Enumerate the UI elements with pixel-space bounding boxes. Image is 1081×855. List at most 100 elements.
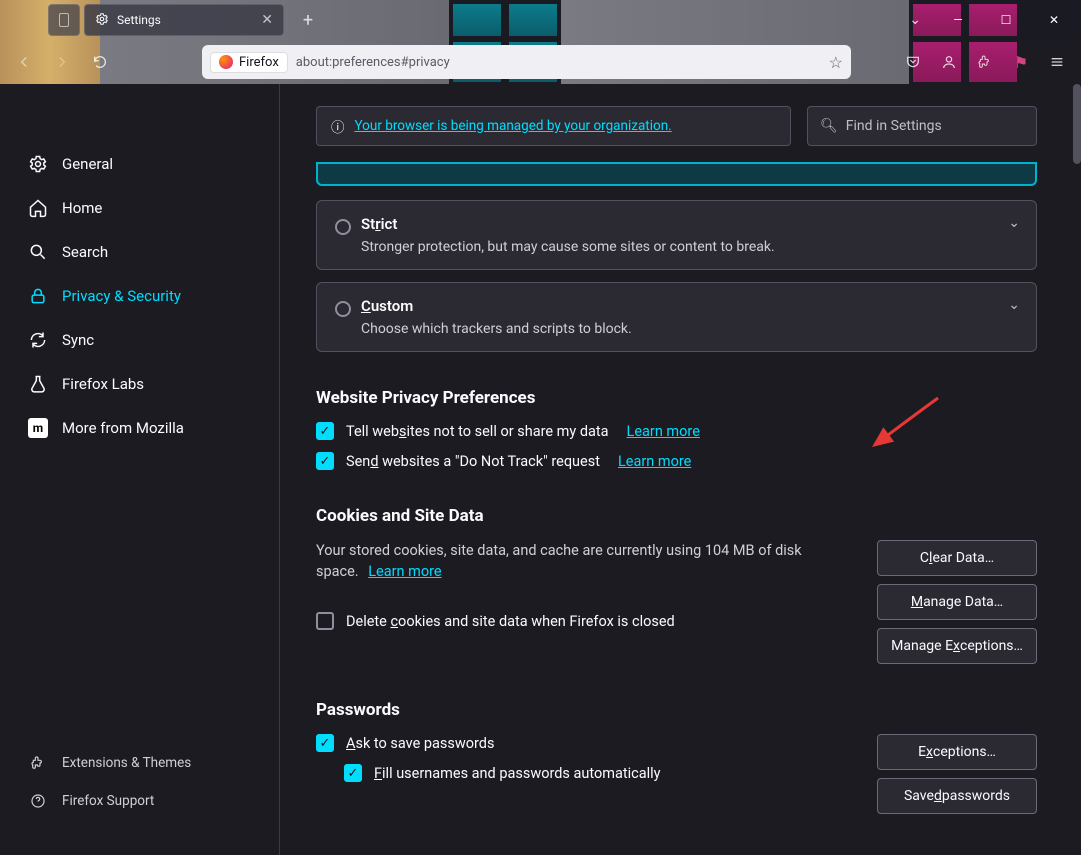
sidebar-item-privacy[interactable]: Privacy & Security (18, 276, 261, 316)
settings-sidebar: General Home Search Privacy & Security S… (0, 84, 280, 855)
window-minimize-button[interactable]: — (935, 4, 981, 36)
checkbox-label: Delete cookies and site data when Firefo… (346, 613, 675, 630)
learn-more-link[interactable]: Learn more (368, 563, 441, 580)
firefox-logo-icon (219, 55, 233, 69)
forward-arrow-icon (53, 53, 71, 71)
sidebar-label: Search (62, 243, 108, 261)
search-placeholder: Find in Settings (846, 118, 942, 134)
new-tab-button[interactable]: + (294, 6, 322, 34)
sidebar-item-more-mozilla[interactable]: m More from Mozilla (18, 408, 261, 448)
lock-icon (28, 286, 48, 306)
scrollbar-thumb[interactable] (1073, 84, 1081, 164)
settings-search-input[interactable]: 🔍︎ Find in Settings (807, 106, 1037, 146)
chevron-down-icon: ⌄ (1008, 297, 1020, 313)
section-title-passwords: Passwords (316, 700, 1037, 720)
radio-strict[interactable] (335, 219, 351, 235)
gear-icon (28, 154, 48, 174)
sidebar-item-general[interactable]: General (18, 144, 261, 184)
url-bar[interactable]: Firefox about:preferences#privacy ☆ (202, 45, 851, 79)
card-title: Custom (361, 297, 990, 315)
tab-title: Settings (117, 13, 161, 27)
main-layout: General Home Search Privacy & Security S… (0, 84, 1081, 855)
tracking-custom-card[interactable]: ⌄ Custom Choose which trackers and scrip… (316, 282, 1037, 352)
url-text: about:preferences#privacy (296, 55, 821, 70)
tracking-standard-card-bottom[interactable] (316, 162, 1037, 186)
close-icon: ✕ (1049, 13, 1059, 27)
plus-icon: + (303, 10, 313, 31)
list-all-tabs-button[interactable]: ⌄ (897, 6, 933, 34)
sync-icon (28, 330, 48, 350)
mozilla-icon: m (28, 418, 48, 438)
org-managed-banner: ⓘ Your browser is being managed by your … (316, 106, 791, 146)
info-icon: ⓘ (331, 116, 345, 136)
sidebar-item-labs[interactable]: Firefox Labs (18, 364, 261, 404)
whats-new-button[interactable]: ⚑ (1005, 46, 1037, 78)
checkbox-row-autofill-passwords: ✓ Fill usernames and passwords automatic… (344, 764, 857, 782)
sidebar-label: General (62, 155, 113, 173)
tab-overview-icon (59, 13, 69, 27)
pocket-icon (905, 54, 921, 70)
app-menu-button[interactable] (1041, 46, 1073, 78)
tab-overview-button[interactable] (48, 4, 80, 36)
home-icon (28, 198, 48, 218)
tracking-strict-card[interactable]: ⌄ Strict Stronger protection, but may ca… (316, 200, 1037, 270)
sidebar-item-home[interactable]: Home (18, 188, 261, 228)
learn-more-link[interactable]: Learn more (627, 423, 700, 440)
checkbox-delete-on-close[interactable] (316, 612, 334, 630)
manage-data-button[interactable]: Manage Data… (877, 584, 1037, 620)
identity-box[interactable]: Firefox (210, 52, 288, 73)
sidebar-firefox-support[interactable]: Firefox Support (18, 785, 261, 817)
learn-more-link[interactable]: Learn more (618, 453, 691, 470)
help-icon (28, 791, 48, 811)
reload-icon (92, 54, 108, 70)
minimize-icon: — (953, 13, 962, 27)
puzzle-icon (977, 54, 993, 70)
bookmark-star-icon[interactable]: ☆ (829, 53, 843, 72)
search-icon: 🔍︎ (820, 118, 838, 134)
radio-custom[interactable] (335, 301, 351, 317)
sidebar-item-search[interactable]: Search (18, 232, 261, 272)
checkbox-label: Fill usernames and passwords automatical… (374, 765, 661, 782)
nav-toolbar: Firefox about:preferences#privacy ☆ ⚑ (0, 40, 1081, 84)
sidebar-label: More from Mozilla (62, 419, 184, 437)
sidebar-label: Firefox Support (62, 793, 154, 809)
save-to-pocket-button[interactable] (897, 46, 929, 78)
password-exceptions-button[interactable]: Exceptions… (877, 734, 1037, 770)
checkbox-label: Tell websites not to sell or share my da… (346, 423, 609, 440)
browser-tab-settings[interactable]: Settings ✕ (84, 4, 284, 36)
checkbox-row-do-not-sell: ✓ Tell websites not to sell or share my … (316, 422, 1037, 440)
hamburger-icon (1049, 54, 1065, 70)
puzzle-icon (28, 753, 48, 773)
close-tab-icon[interactable]: ✕ (261, 12, 273, 28)
flask-icon (28, 374, 48, 394)
search-icon (28, 242, 48, 262)
clear-data-button[interactable]: Clear Data… (877, 540, 1037, 576)
manage-exceptions-button[interactable]: Manage Exceptions… (877, 628, 1037, 664)
checkbox-do-not-track[interactable]: ✓ (316, 452, 334, 470)
sidebar-item-sync[interactable]: Sync (18, 320, 261, 360)
reload-button[interactable] (84, 46, 116, 78)
saved-passwords-button[interactable]: Saved passwords (877, 778, 1037, 814)
checkbox-autofill-passwords[interactable]: ✓ (344, 764, 362, 782)
org-managed-link[interactable]: Your browser is being managed by your or… (355, 118, 672, 134)
checkbox-label: Send websites a "Do Not Track" request (346, 453, 600, 470)
account-button[interactable] (933, 46, 965, 78)
card-desc: Choose which trackers and scripts to blo… (361, 321, 990, 337)
sidebar-label: Privacy & Security (62, 287, 181, 305)
forward-button[interactable] (46, 46, 78, 78)
back-arrow-icon (15, 53, 33, 71)
checkbox-ask-save-passwords[interactable]: ✓ (316, 734, 334, 752)
cookies-usage-text: Your stored cookies, site data, and cach… (316, 540, 816, 582)
section-title-cookies: Cookies and Site Data (316, 506, 1037, 526)
section-title-privacy-prefs: Website Privacy Preferences (316, 388, 1037, 408)
checkbox-do-not-sell[interactable]: ✓ (316, 422, 334, 440)
back-button[interactable] (8, 46, 40, 78)
checkbox-row-do-not-track: ✓ Send websites a "Do Not Track" request… (316, 452, 1037, 470)
extensions-button[interactable] (969, 46, 1001, 78)
card-desc: Stronger protection, but may cause some … (361, 239, 990, 255)
sidebar-label: Firefox Labs (62, 375, 144, 393)
window-maximize-button[interactable]: ☐ (983, 4, 1029, 36)
window-close-button[interactable]: ✕ (1031, 4, 1077, 36)
sidebar-extensions-themes[interactable]: Extensions & Themes (18, 747, 261, 779)
gear-icon (95, 12, 109, 29)
